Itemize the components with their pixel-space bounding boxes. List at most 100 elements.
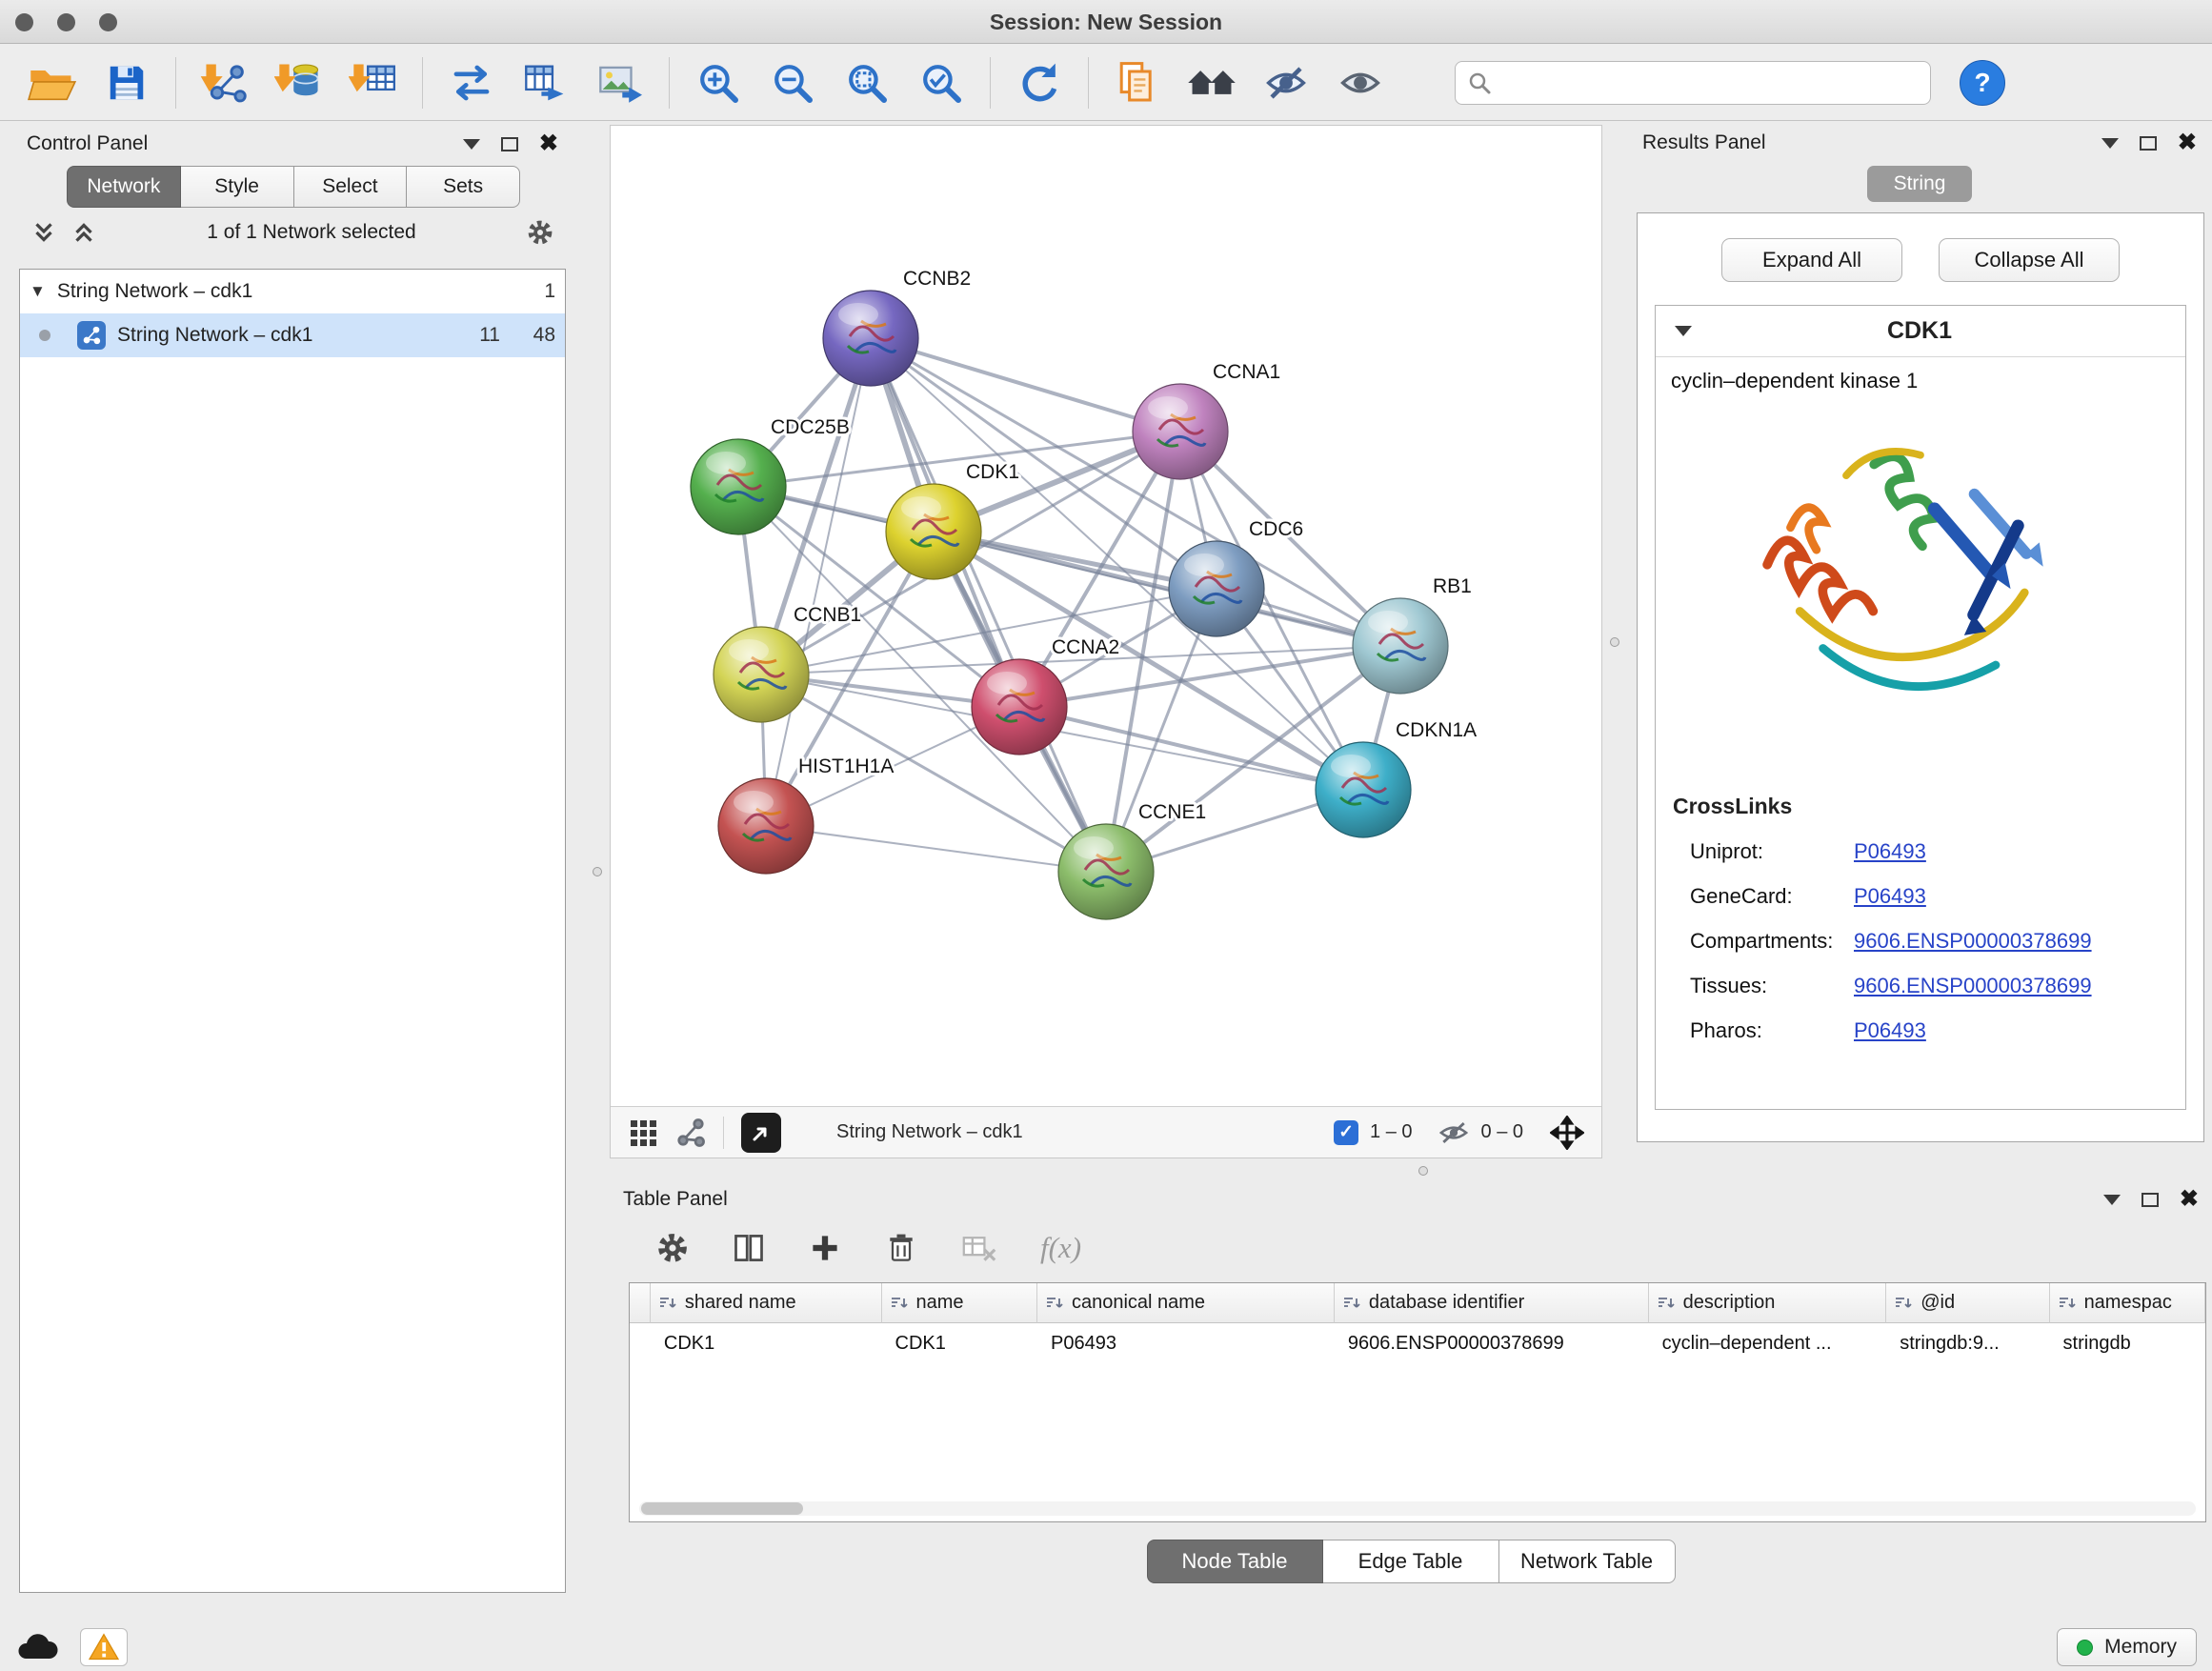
network-node-cdk1[interactable] (886, 484, 981, 579)
open-session-button[interactable] (15, 52, 90, 113)
tab-select[interactable]: Select (294, 166, 408, 208)
export-table-button[interactable] (509, 52, 583, 113)
share-view-icon[interactable] (675, 1117, 706, 1148)
table-cell[interactable]: CDK1 (882, 1323, 1037, 1363)
column-header--id[interactable]: @id (1886, 1283, 2049, 1323)
first-neighbors-button[interactable] (1175, 52, 1249, 113)
table-cell[interactable]: CDK1 (651, 1323, 882, 1363)
panel-menu-icon[interactable] (2103, 1195, 2121, 1205)
column-header-name[interactable]: name (882, 1283, 1037, 1323)
column-header-shared-name[interactable]: shared name (651, 1283, 882, 1323)
pan-move-icon[interactable] (1550, 1116, 1584, 1150)
network-node-cdkn1a[interactable] (1316, 742, 1411, 837)
column-header-description[interactable]: description (1649, 1283, 1887, 1323)
network-node-cdc6[interactable] (1169, 541, 1264, 636)
float-panel-icon[interactable] (2140, 136, 2157, 151)
expand-all-button[interactable]: Expand All (1721, 238, 1902, 282)
tab-edge-table[interactable]: Edge Table (1323, 1540, 1499, 1583)
tab-string[interactable]: String (1867, 166, 1973, 202)
table-cell[interactable]: cyclin–dependent ... (1649, 1323, 1887, 1363)
hide-selected-button[interactable] (1249, 52, 1323, 113)
save-session-button[interactable] (90, 52, 164, 113)
collapse-all-button[interactable]: Collapse All (1939, 238, 2120, 282)
network-node-ccna2[interactable] (972, 659, 1067, 755)
network-node-cdc25b[interactable] (691, 439, 786, 534)
zoom-in-button[interactable] (681, 52, 755, 113)
panel-menu-icon[interactable] (2101, 138, 2119, 149)
export-image-button[interactable] (583, 52, 657, 113)
horizontal-splitter-handle[interactable] (1418, 1166, 1428, 1176)
network-collection-row[interactable]: ▼ String Network – cdk1 1 (20, 270, 565, 313)
network-node-ccna1[interactable] (1133, 384, 1228, 479)
scrollbar-thumb[interactable] (641, 1502, 803, 1515)
gear-icon[interactable] (526, 218, 554, 247)
add-column-icon[interactable] (808, 1231, 842, 1265)
left-splitter-handle[interactable] (593, 867, 602, 876)
selected-checkbox-icon[interactable]: ✓ (1334, 1120, 1358, 1145)
minimize-window-button[interactable] (57, 13, 75, 31)
show-all-button[interactable] (1323, 52, 1398, 113)
zoom-selected-button[interactable] (904, 52, 978, 113)
network-node-hist1h1a[interactable] (718, 778, 814, 874)
network-row[interactable]: String Network – cdk1 11 48 (20, 313, 565, 357)
network-node-ccnb1[interactable] (714, 627, 809, 722)
network-canvas[interactable]: CCNB2CCNB2CCNA1CCNA1CDC25BCDC25BCDK1CDK1… (611, 126, 1601, 1106)
float-panel-icon[interactable] (501, 137, 518, 151)
export-network-button[interactable] (434, 52, 509, 113)
column-header-database-identifier[interactable]: database identifier (1335, 1283, 1649, 1323)
delete-column-icon[interactable] (884, 1231, 918, 1265)
crosslink-link[interactable]: 9606.ENSP00000378699 (1854, 929, 2092, 954)
table-cell[interactable]: P06493 (1037, 1323, 1335, 1363)
crosslink-link[interactable]: P06493 (1854, 884, 1926, 909)
disclosure-triangle-icon[interactable]: ▼ (30, 282, 46, 301)
fit-content-button[interactable] (830, 52, 904, 113)
maximize-window-button[interactable] (99, 13, 117, 31)
network-edge[interactable] (766, 826, 1106, 872)
memory-button[interactable]: Memory (2057, 1628, 2197, 1666)
tab-node-table[interactable]: Node Table (1147, 1540, 1323, 1583)
close-panel-icon[interactable]: ✖ (2178, 131, 2197, 154)
network-edge[interactable] (766, 338, 871, 826)
close-window-button[interactable] (15, 13, 33, 31)
grid-view-icon[interactable] (628, 1117, 658, 1148)
column-header-canonical-name[interactable]: canonical name (1037, 1283, 1335, 1323)
cloud-icon[interactable] (15, 1631, 59, 1663)
tab-network[interactable]: Network (67, 166, 181, 208)
table-row[interactable]: CDK1CDK1P064939606.ENSP00000378699cyclin… (630, 1323, 2205, 1363)
column-header-namespac[interactable]: namespac (2050, 1283, 2205, 1323)
apply-layout-button[interactable] (1002, 52, 1076, 113)
table-settings-gear-icon[interactable] (655, 1231, 690, 1265)
function-builder-icon[interactable]: f(x) (1040, 1231, 1081, 1265)
help-button[interactable]: ? (1960, 60, 2005, 106)
tab-style[interactable]: Style (181, 166, 294, 208)
import-network-database-button[interactable] (262, 52, 336, 113)
right-splitter-handle[interactable] (1610, 637, 1619, 647)
tab-sets[interactable]: Sets (407, 166, 520, 208)
show-columns-icon[interactable] (732, 1231, 766, 1265)
table-horizontal-scrollbar[interactable] (639, 1501, 2196, 1516)
crosslink-link[interactable]: P06493 (1854, 839, 1926, 864)
tab-network-table[interactable]: Network Table (1499, 1540, 1676, 1583)
warnings-button[interactable] (80, 1628, 128, 1666)
collapse-all-icon[interactable] (30, 219, 57, 246)
expand-all-icon[interactable] (70, 219, 97, 246)
network-node-rb1[interactable] (1353, 598, 1448, 694)
crosslink-link[interactable]: P06493 (1854, 1018, 1926, 1043)
crosslink-link[interactable]: 9606.ENSP00000378699 (1854, 974, 2092, 998)
network-node-ccnb2[interactable] (823, 291, 918, 386)
table-cell[interactable]: stringdb (2050, 1323, 2205, 1363)
close-panel-icon[interactable]: ✖ (539, 132, 558, 155)
open-in-browser-button[interactable] (741, 1113, 781, 1153)
new-network-from-selection-button[interactable] (1100, 52, 1175, 113)
network-edge[interactable] (871, 338, 1180, 432)
close-panel-icon[interactable]: ✖ (2180, 1188, 2199, 1211)
table-cell[interactable]: 9606.ENSP00000378699 (1335, 1323, 1649, 1363)
zoom-out-button[interactable] (755, 52, 830, 113)
table-cell[interactable]: stringdb:9... (1886, 1323, 2049, 1363)
network-edge[interactable] (871, 338, 1106, 872)
float-panel-icon[interactable] (2142, 1193, 2159, 1207)
global-search-input[interactable] (1501, 71, 1919, 93)
import-table-button[interactable] (336, 52, 411, 113)
section-disclosure-icon[interactable] (1675, 326, 1692, 336)
panel-menu-icon[interactable] (463, 139, 480, 150)
